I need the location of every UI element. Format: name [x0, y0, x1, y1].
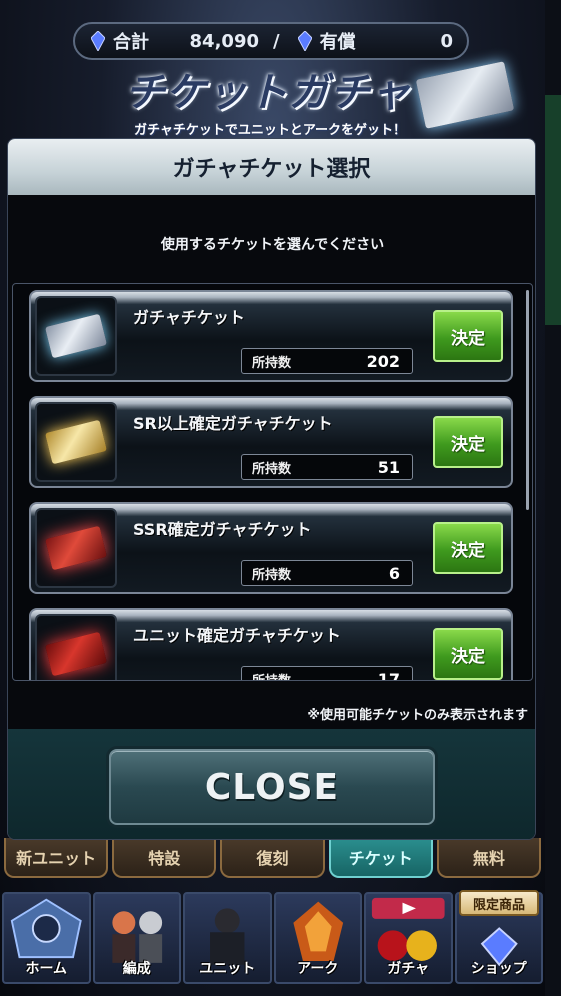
ticket-row-unit: ユニット確定ガチャチケット 所持数 17 決定 — [29, 608, 513, 681]
ticket-select-modal: ガチャチケット選択 使用するチケットを選んでください ガチャチケット 所持数 2… — [7, 138, 536, 840]
nav-unit[interactable]: ユニット — [183, 892, 272, 984]
nav-label: ガチャ — [387, 961, 430, 977]
nav-label: ユニット — [199, 961, 256, 977]
decide-button[interactable]: 決定 — [433, 310, 503, 362]
ticket-name: ガチャチケット — [133, 308, 245, 327]
decide-button[interactable]: 決定 — [433, 628, 503, 680]
blue-crystal-icon — [297, 31, 312, 51]
ticket-count-box: 所持数 51 — [241, 454, 413, 480]
category-tabs: 新ユニット 特設 復刻 チケット 無料 — [0, 838, 545, 880]
blue-crystal-icon — [91, 31, 105, 51]
banner-title: チケットガチャ — [124, 70, 412, 116]
nav-ark[interactable]: アーク — [273, 892, 362, 984]
tab-ticket[interactable]: チケット — [328, 838, 433, 878]
nav-label: ショップ — [470, 961, 527, 977]
ticket-row-ssr: SSR確定ガチャチケット 所持数 6 決定 — [29, 502, 513, 594]
count-label: 所持数 — [252, 355, 292, 371]
tab-new-unit[interactable]: 新ユニット — [4, 838, 109, 878]
nav-label: アーク — [297, 961, 339, 977]
ticket-list[interactable]: ガチャチケット 所持数 202 決定 SR以上確定ガチャチケット 所持数 51 … — [12, 283, 533, 681]
banner-subtitle: ガチャチケットでユニットとアークをゲット！ — [133, 123, 407, 138]
nav-gacha[interactable]: ガチャ — [364, 892, 453, 984]
total-value: 84,090 — [189, 30, 259, 52]
count-value: 51 — [377, 457, 400, 477]
close-button[interactable]: CLOSE — [109, 749, 435, 825]
limited-products-badge[interactable]: 限定商品 — [459, 890, 539, 916]
nav-label: 編成 — [122, 961, 151, 977]
nav-home[interactable]: ホーム — [2, 892, 91, 984]
ticket-row-gacha: ガチャチケット 所持数 202 決定 — [29, 290, 513, 382]
paid-label: 有償 — [319, 32, 356, 53]
ticket-count-box: 所持数 6 — [241, 560, 413, 586]
list-scrollbar[interactable] — [526, 290, 529, 510]
ticket-name: SSR確定ガチャチケット — [133, 520, 312, 539]
modal-instruction: 使用するチケットを選んでください — [160, 237, 385, 253]
tab-free[interactable]: 無料 — [436, 838, 542, 878]
ticket-name: ユニット確定ガチャチケット — [133, 626, 341, 645]
footnote: ※使用可能チケットのみ表示されます — [307, 708, 528, 723]
total-label: 合計 — [113, 32, 149, 53]
nav-formation[interactable]: 編成 — [92, 892, 181, 984]
ticket-count-box: 所持数 17 — [241, 666, 413, 681]
nav-label: ホーム — [25, 961, 68, 977]
tab-special[interactable]: 特設 — [112, 838, 217, 878]
ticket-count-box: 所持数 202 — [241, 348, 413, 374]
count-value: 6 — [388, 563, 400, 583]
count-value: 17 — [377, 669, 400, 681]
currency-separator: / — [273, 30, 280, 52]
unit-ticket-icon — [35, 614, 117, 680]
ticket-row-sr: SR以上確定ガチャチケット 所持数 51 決定 — [29, 396, 513, 488]
currency-bar: 合計 84,090 / 有償 0 — [73, 22, 469, 60]
modal-title: ガチャチケット選択 — [8, 139, 535, 195]
gold-ticket-icon — [35, 402, 117, 482]
red-ticket-icon — [35, 508, 117, 588]
count-value: 202 — [366, 351, 400, 371]
ticket-name: SR以上確定ガチャチケット — [133, 414, 333, 433]
decide-button[interactable]: 決定 — [433, 522, 503, 574]
paid-value: 0 — [440, 30, 453, 52]
side-strip — [545, 0, 561, 996]
count-label: 所持数 — [252, 567, 292, 583]
count-label: 所持数 — [252, 673, 292, 681]
count-label: 所持数 — [252, 461, 292, 477]
silver-ticket-icon — [35, 296, 117, 376]
decide-button[interactable]: 決定 — [433, 416, 503, 468]
tab-revival[interactable]: 復刻 — [220, 838, 325, 878]
